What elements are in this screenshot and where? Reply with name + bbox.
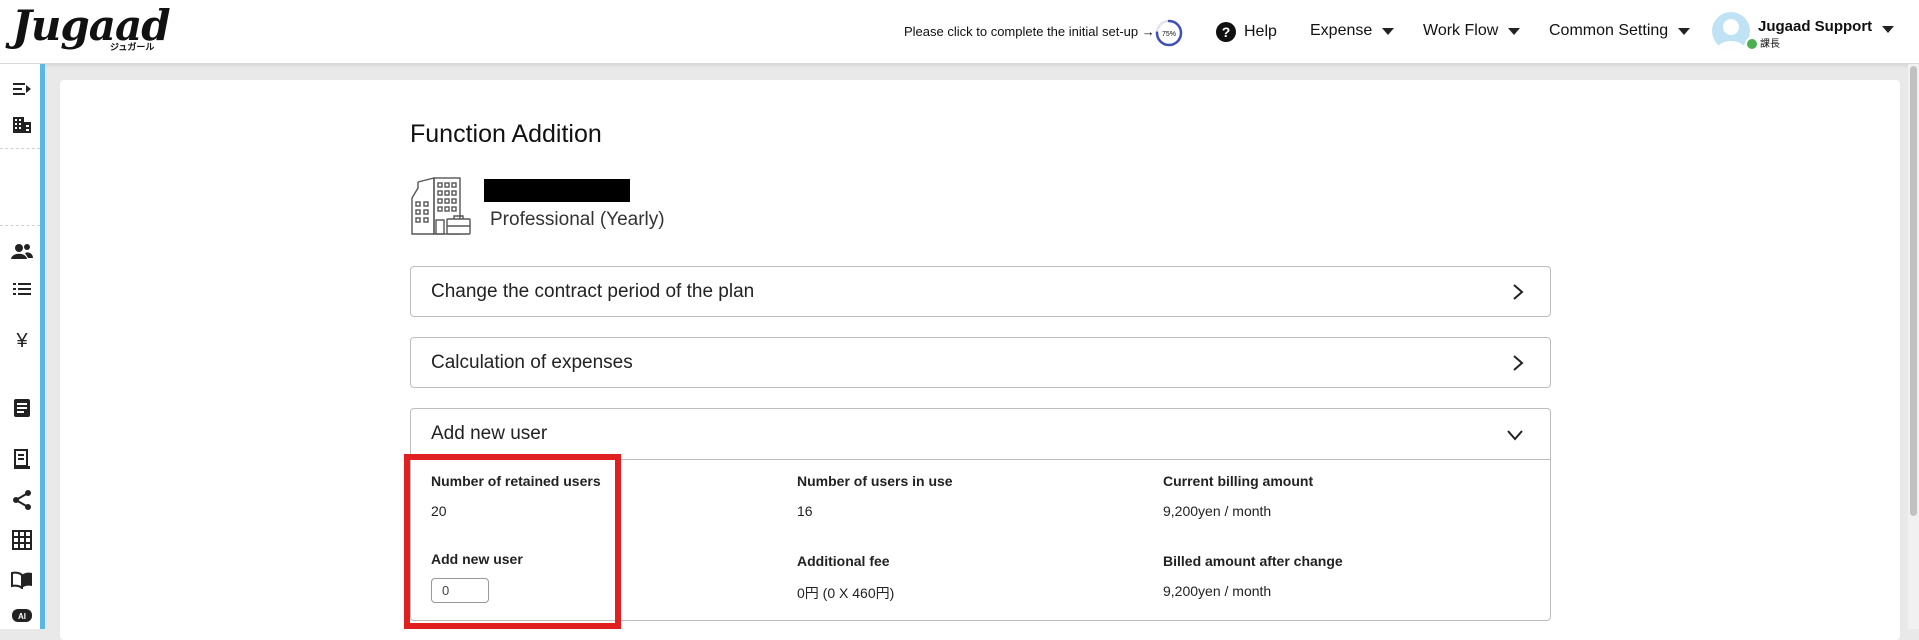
sidebar-accent-bar	[40, 64, 45, 629]
company-building-icon	[411, 177, 471, 235]
current-billing-label: Current billing amount	[1163, 473, 1314, 489]
section-calculation-of-expenses[interactable]: Calculation of expenses	[410, 337, 1551, 388]
svg-text:AI: AI	[18, 612, 26, 621]
menu-common-setting-label: Common Setting	[1549, 22, 1669, 39]
caret-down-icon	[1678, 27, 1691, 35]
sidebar-divider	[0, 148, 40, 149]
yen-icon[interactable]: ¥	[10, 330, 34, 352]
sidebar-divider	[0, 225, 40, 226]
user-menu[interactable]: Jugaad Support	[1712, 12, 1872, 50]
additional-fee-value: 0円 (0 X 460円)	[797, 585, 895, 601]
scrollbar-thumb[interactable]	[1910, 66, 1917, 516]
chevron-down-icon	[1507, 430, 1523, 441]
logo-subtitle: ジュガール	[110, 42, 155, 52]
help-button[interactable]: ? Help	[1216, 22, 1277, 42]
users-icon[interactable]	[10, 240, 34, 262]
receipt-icon[interactable]	[10, 449, 34, 471]
users-in-use-label: Number of users in use	[797, 473, 953, 489]
caret-down-icon	[1382, 27, 1395, 35]
chevron-right-icon	[1513, 355, 1524, 371]
company-icon[interactable]	[10, 114, 34, 136]
sidebar: ¥ AI	[0, 64, 40, 629]
users-in-use-value: 16	[797, 503, 813, 519]
document-icon[interactable]	[10, 397, 34, 419]
help-label: Help	[1244, 23, 1277, 40]
user-name: Jugaad Support	[1758, 18, 1873, 35]
highlight-box	[404, 454, 621, 629]
section-label: Add new user	[431, 423, 548, 444]
user-role: 課長	[1760, 39, 1780, 50]
billed-after-change-label: Billed amount after change	[1163, 553, 1343, 569]
menu-workflow-label: Work Flow	[1423, 22, 1499, 39]
top-header: Jugaad ジュガール Please click to complete th…	[0, 0, 1919, 64]
page-title: Function Addition	[410, 120, 602, 148]
section-label: Change the contract period of the plan	[431, 281, 755, 302]
list-icon[interactable]	[10, 278, 34, 300]
additional-fee-label: Additional fee	[797, 553, 890, 569]
collapse-menu-icon[interactable]	[10, 78, 34, 100]
plan-label: Professional (Yearly)	[490, 209, 665, 230]
manual-book-icon[interactable]	[10, 569, 34, 591]
online-status-dot	[1745, 37, 1759, 51]
section-add-new-user-header[interactable]: Add new user	[411, 409, 1550, 460]
section-label: Calculation of expenses	[431, 352, 633, 373]
menu-workflow[interactable]: Work Flow	[1423, 22, 1521, 40]
chevron-right-icon	[1513, 284, 1524, 300]
section-change-contract-period[interactable]: Change the contract period of the plan	[410, 266, 1551, 317]
setup-progress-ring[interactable]: 75%	[1154, 18, 1184, 48]
company-name-redacted	[484, 179, 630, 202]
menu-expense[interactable]: Expense	[1310, 22, 1395, 40]
current-billing-value: 9,200yen / month	[1163, 503, 1272, 519]
user-caret-down-icon[interactable]	[1882, 26, 1894, 33]
ai-icon[interactable]: AI	[10, 605, 34, 627]
caret-down-icon	[1508, 27, 1521, 35]
menu-expense-label: Expense	[1310, 22, 1373, 39]
menu-common-setting[interactable]: Common Setting	[1549, 22, 1691, 40]
setup-prompt-link[interactable]: Please click to complete the initial set…	[904, 24, 1155, 39]
grid-icon[interactable]	[10, 529, 34, 551]
setup-progress-label: 75%	[1162, 31, 1176, 38]
share-icon[interactable]	[10, 489, 34, 511]
help-icon: ?	[1216, 22, 1236, 42]
billed-after-change-value: 9,200yen / month	[1163, 583, 1272, 599]
